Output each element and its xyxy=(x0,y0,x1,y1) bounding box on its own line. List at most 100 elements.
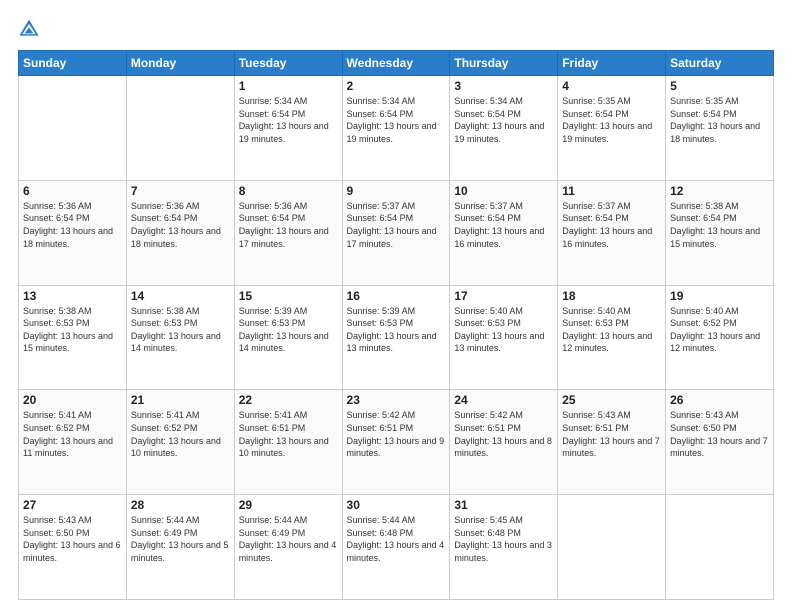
cell-text: Daylight: 13 hours and 19 minutes. xyxy=(347,120,446,145)
cell-text: Daylight: 13 hours and 13 minutes. xyxy=(454,330,553,355)
cell-text: Sunset: 6:54 PM xyxy=(239,108,338,121)
cell-text: Daylight: 13 hours and 7 minutes. xyxy=(562,435,661,460)
weekday-header: Friday xyxy=(558,51,666,76)
day-number: 11 xyxy=(562,184,661,198)
cell-text: Sunset: 6:51 PM xyxy=(347,422,446,435)
cell-text: Sunrise: 5:44 AM xyxy=(131,514,230,527)
cell-text: Daylight: 13 hours and 14 minutes. xyxy=(239,330,338,355)
cell-text: Sunset: 6:48 PM xyxy=(347,527,446,540)
cell-text: Sunset: 6:48 PM xyxy=(454,527,553,540)
cell-text: Daylight: 13 hours and 8 minutes. xyxy=(454,435,553,460)
cell-text: Daylight: 13 hours and 4 minutes. xyxy=(239,539,338,564)
cell-text: Daylight: 13 hours and 3 minutes. xyxy=(454,539,553,564)
calendar-cell: 11 Sunrise: 5:37 AMSunset: 6:54 PMDayligh… xyxy=(558,180,666,285)
cell-text: Sunset: 6:53 PM xyxy=(562,317,661,330)
day-number: 3 xyxy=(454,79,553,93)
day-number: 15 xyxy=(239,289,338,303)
day-number: 10 xyxy=(454,184,553,198)
cell-text: Daylight: 13 hours and 14 minutes. xyxy=(131,330,230,355)
cell-text: Sunrise: 5:38 AM xyxy=(670,200,769,213)
cell-text: Sunset: 6:54 PM xyxy=(562,212,661,225)
cell-text: Sunset: 6:54 PM xyxy=(670,212,769,225)
cell-text: Daylight: 13 hours and 11 minutes. xyxy=(23,435,122,460)
cell-text: Daylight: 13 hours and 16 minutes. xyxy=(454,225,553,250)
day-number: 14 xyxy=(131,289,230,303)
cell-text: Sunset: 6:52 PM xyxy=(131,422,230,435)
page: SundayMondayTuesdayWednesdayThursdayFrid… xyxy=(0,0,792,612)
calendar-cell: 1 Sunrise: 5:34 AMSunset: 6:54 PMDaylight… xyxy=(234,76,342,181)
weekday-header: Monday xyxy=(126,51,234,76)
cell-text: Sunset: 6:54 PM xyxy=(454,108,553,121)
day-number: 6 xyxy=(23,184,122,198)
cell-text: Daylight: 13 hours and 15 minutes. xyxy=(23,330,122,355)
cell-text: Sunset: 6:52 PM xyxy=(670,317,769,330)
cell-text: Sunset: 6:51 PM xyxy=(454,422,553,435)
day-number: 28 xyxy=(131,498,230,512)
day-number: 24 xyxy=(454,393,553,407)
calendar-cell xyxy=(666,495,774,600)
cell-text: Daylight: 13 hours and 18 minutes. xyxy=(23,225,122,250)
cell-text: Daylight: 13 hours and 16 minutes. xyxy=(562,225,661,250)
weekday-header: Thursday xyxy=(450,51,558,76)
cell-text: Sunrise: 5:43 AM xyxy=(23,514,122,527)
cell-text: Sunset: 6:49 PM xyxy=(239,527,338,540)
calendar-cell: 21Sunrise: 5:41 AMSunset: 6:52 PMDayligh… xyxy=(126,390,234,495)
day-number: 12 xyxy=(670,184,769,198)
cell-text: Sunset: 6:54 PM xyxy=(347,212,446,225)
cell-text: Daylight: 13 hours and 19 minutes. xyxy=(454,120,553,145)
cell-text: Daylight: 13 hours and 5 minutes. xyxy=(131,539,230,564)
calendar-week-row: 20Sunrise: 5:41 AMSunset: 6:52 PMDayligh… xyxy=(19,390,774,495)
cell-text: Sunrise: 5:34 AM xyxy=(347,95,446,108)
day-number: 9 xyxy=(347,184,446,198)
cell-text: Sunrise: 5:41 AM xyxy=(131,409,230,422)
cell-text: Sunrise: 5:38 AM xyxy=(23,305,122,318)
cell-text: Daylight: 13 hours and 17 minutes. xyxy=(239,225,338,250)
cell-text: Sunrise: 5:34 AM xyxy=(239,95,338,108)
cell-text: Sunset: 6:50 PM xyxy=(23,527,122,540)
cell-text: Sunset: 6:54 PM xyxy=(670,108,769,121)
day-number: 29 xyxy=(239,498,338,512)
cell-text: Sunset: 6:54 PM xyxy=(239,212,338,225)
day-number: 17 xyxy=(454,289,553,303)
calendar-cell: 26Sunrise: 5:43 AMSunset: 6:50 PMDayligh… xyxy=(666,390,774,495)
calendar-cell: 4Sunrise: 5:35 AMSunset: 6:54 PMDaylight… xyxy=(558,76,666,181)
day-number: 5 xyxy=(670,79,769,93)
calendar-cell: 28Sunrise: 5:44 AMSunset: 6:49 PMDayligh… xyxy=(126,495,234,600)
cell-text: Sunset: 6:52 PM xyxy=(23,422,122,435)
day-number: 7 xyxy=(131,184,230,198)
day-number: 27 xyxy=(23,498,122,512)
cell-text: Sunrise: 5:37 AM xyxy=(562,200,661,213)
calendar-cell: 14Sunrise: 5:38 AMSunset: 6:53 PMDayligh… xyxy=(126,285,234,390)
calendar-cell: 18Sunrise: 5:40 AMSunset: 6:53 PMDayligh… xyxy=(558,285,666,390)
cell-text: Daylight: 13 hours and 7 minutes. xyxy=(670,435,769,460)
day-number: 4 xyxy=(562,79,661,93)
weekday-header: Sunday xyxy=(19,51,127,76)
day-number: 31 xyxy=(454,498,553,512)
cell-text: Daylight: 13 hours and 10 minutes. xyxy=(239,435,338,460)
cell-text: Sunrise: 5:44 AM xyxy=(239,514,338,527)
calendar-cell: 30Sunrise: 5:44 AMSunset: 6:48 PMDayligh… xyxy=(342,495,450,600)
cell-text: Daylight: 13 hours and 4 minutes. xyxy=(347,539,446,564)
cell-text: Sunrise: 5:35 AM xyxy=(670,95,769,108)
calendar-cell: 17Sunrise: 5:40 AMSunset: 6:53 PMDayligh… xyxy=(450,285,558,390)
calendar-cell: 24Sunrise: 5:42 AMSunset: 6:51 PMDayligh… xyxy=(450,390,558,495)
calendar-cell: 20Sunrise: 5:41 AMSunset: 6:52 PMDayligh… xyxy=(19,390,127,495)
day-number: 23 xyxy=(347,393,446,407)
cell-text: Daylight: 13 hours and 19 minutes. xyxy=(239,120,338,145)
cell-text: Daylight: 13 hours and 12 minutes. xyxy=(670,330,769,355)
cell-text: Sunset: 6:53 PM xyxy=(23,317,122,330)
cell-text: Sunset: 6:53 PM xyxy=(131,317,230,330)
day-number: 21 xyxy=(131,393,230,407)
weekday-header: Wednesday xyxy=(342,51,450,76)
day-number: 20 xyxy=(23,393,122,407)
day-number: 1 xyxy=(239,79,338,93)
calendar-cell: 7Sunrise: 5:36 AMSunset: 6:54 PMDaylight… xyxy=(126,180,234,285)
calendar-cell: 13Sunrise: 5:38 AMSunset: 6:53 PMDayligh… xyxy=(19,285,127,390)
cell-text: Daylight: 13 hours and 18 minutes. xyxy=(670,120,769,145)
calendar-cell: 29 Sunrise: 5:44 AMSunset: 6:49 PMDayligh… xyxy=(234,495,342,600)
cell-text: Sunrise: 5:34 AM xyxy=(454,95,553,108)
cell-text: Sunrise: 5:36 AM xyxy=(23,200,122,213)
cell-text: Sunrise: 5:40 AM xyxy=(670,305,769,318)
day-number: 8 xyxy=(239,184,338,198)
cell-text: Sunrise: 5:39 AM xyxy=(239,305,338,318)
